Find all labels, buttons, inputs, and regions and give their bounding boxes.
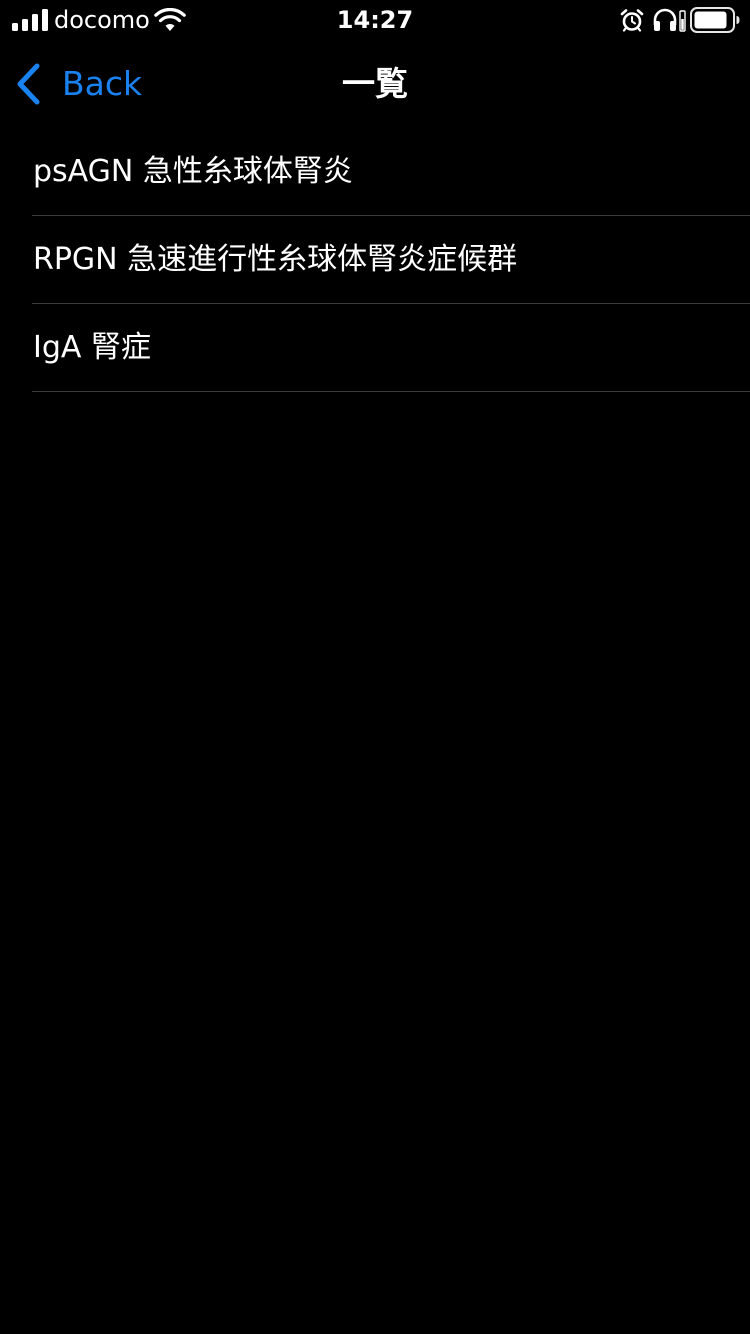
disease-list: psAGN 急性糸球体腎炎 RPGN 急速進行性糸球体腎炎症候群 IgA 腎症 — [0, 128, 750, 392]
list-item[interactable]: RPGN 急速進行性糸球体腎炎症候群 — [0, 216, 750, 304]
battery-icon — [690, 7, 740, 33]
list-item-label: IgA 腎症 — [33, 330, 151, 365]
list-separator — [32, 391, 750, 392]
alarm-icon — [620, 9, 644, 32]
navigation-bar: Back 一覧 — [0, 40, 750, 128]
page-title: 一覧 — [342, 64, 408, 103]
list-item-label: RPGN 急速進行性糸球体腎炎症候群 — [33, 242, 518, 277]
list-item-label: psAGN 急性糸球体腎炎 — [33, 154, 353, 189]
list-item[interactable]: psAGN 急性糸球体腎炎 — [0, 128, 750, 216]
headphones-icon — [653, 8, 686, 32]
list-item[interactable]: IgA 腎症 — [0, 304, 750, 392]
status-bar: docomo 14:27 — [0, 0, 750, 40]
